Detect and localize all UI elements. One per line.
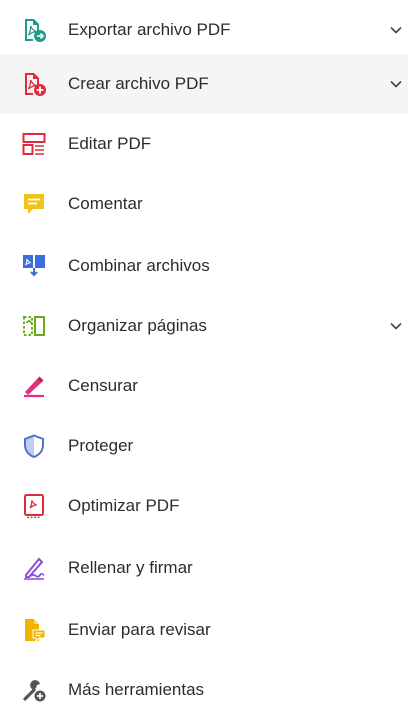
comment-icon (22, 192, 46, 216)
edit-pdf-icon (22, 132, 46, 156)
combine-files-icon (22, 254, 46, 278)
tool-label: Crear archivo PDF (68, 74, 209, 93)
tool-combine-files[interactable]: Combinar archivos (0, 236, 408, 296)
chevron-down-icon[interactable] (388, 22, 404, 38)
send-review-icon (22, 618, 46, 642)
tool-label: Más herramientas (68, 680, 205, 699)
tool-label: Proteger (68, 436, 134, 455)
tool-label: Exportar archivo PDF (68, 20, 231, 39)
redact-icon (22, 374, 46, 398)
tool-label: Comentar (68, 194, 143, 213)
tool-edit-pdf[interactable]: Editar PDF (0, 114, 408, 174)
tool-organize-pages[interactable]: Organizar páginas (0, 296, 408, 356)
export-pdf-icon (22, 18, 46, 42)
tools-list: Exportar archivo PDF Crear archivo PDF E… (0, 0, 408, 706)
tool-label: Optimizar PDF (68, 496, 180, 515)
tool-more-tools[interactable]: Más herramientas (0, 660, 408, 720)
tool-protect[interactable]: Proteger (0, 416, 408, 476)
fill-sign-icon (22, 556, 46, 580)
tool-redact[interactable]: Censurar (0, 356, 408, 416)
tool-comment[interactable]: Comentar (0, 174, 408, 234)
tool-optimize-pdf[interactable]: Optimizar PDF (0, 476, 408, 536)
tool-label: Editar PDF (68, 134, 152, 153)
tool-label: Censurar (68, 376, 138, 395)
tool-fill-sign[interactable]: Rellenar y firmar (0, 538, 408, 598)
create-pdf-icon (22, 72, 46, 96)
chevron-down-icon[interactable] (388, 76, 404, 92)
tool-create-pdf[interactable]: Crear archivo PDF (0, 54, 408, 114)
tool-export-pdf[interactable]: Exportar archivo PDF (0, 0, 408, 60)
chevron-down-icon[interactable] (388, 318, 404, 334)
tool-label: Combinar archivos (68, 256, 210, 275)
organize-pages-icon (22, 314, 46, 338)
tool-send-review[interactable]: Enviar para revisar (0, 600, 408, 660)
more-tools-icon (22, 678, 46, 702)
tool-label: Rellenar y firmar (68, 558, 193, 577)
protect-shield-icon (22, 434, 46, 458)
tool-label: Organizar páginas (68, 316, 207, 335)
optimize-pdf-icon (22, 494, 46, 518)
tool-label: Enviar para revisar (68, 620, 211, 639)
